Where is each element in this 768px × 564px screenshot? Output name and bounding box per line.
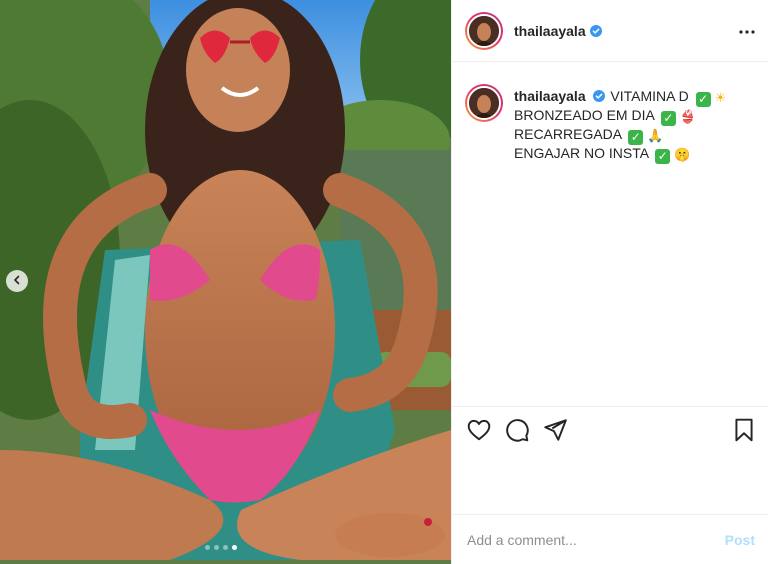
pray-icon: 🙏 (647, 128, 664, 143)
avatar[interactable] (465, 11, 503, 50)
caption-line-1: VITAMINA D (610, 88, 689, 104)
post-comment-button[interactable]: Post (725, 532, 755, 548)
username-link[interactable]: thailaayala (514, 23, 602, 39)
bikini-icon: 👙 (679, 109, 696, 124)
verified-badge-icon (592, 90, 605, 102)
post-side-panel: thailaayala thailaayala VITAMINA D ✓ ☀ B… (451, 0, 768, 564)
username-text: thailaayala (514, 22, 586, 39)
carousel-dot (205, 545, 210, 550)
carousel-indicator (205, 545, 237, 550)
add-comment-bar: Post (452, 514, 768, 564)
caption-line-2: BRONZEADO EM DIA (514, 107, 655, 123)
post-actions (452, 406, 768, 452)
instagram-post: thailaayala thailaayala VITAMINA D ✓ ☀ B… (0, 0, 768, 564)
post-header: thailaayala (452, 0, 768, 62)
post-caption: thailaayala VITAMINA D ✓ ☀ BRONZEADO EM … (465, 84, 754, 164)
comment-button[interactable] (504, 417, 530, 443)
carousel-prev-button[interactable] (6, 270, 28, 292)
carousel-dot (223, 545, 228, 550)
sun-icon: ☀ (714, 90, 727, 105)
post-media[interactable] (0, 0, 451, 564)
caption-text: thailaayala VITAMINA D ✓ ☀ BRONZEADO EM … (514, 88, 754, 164)
shushing-face-icon: 🤫 (674, 147, 691, 162)
more-options-button[interactable] (739, 22, 755, 38)
caption-line-3: RECARREGADA (514, 126, 622, 142)
bookmark-icon (731, 417, 757, 443)
caption-username[interactable]: thailaayala (514, 88, 586, 104)
paper-plane-icon (542, 417, 568, 443)
carousel-dot (232, 545, 237, 550)
save-button[interactable] (731, 417, 757, 443)
check-mark-icon: ✓ (660, 111, 676, 126)
check-mark-icon: ✓ (655, 149, 671, 164)
carousel-dot (214, 545, 219, 550)
check-mark-icon: ✓ (695, 92, 711, 107)
chevron-left-icon (12, 272, 22, 290)
post-photo (0, 0, 451, 564)
more-options-icon (739, 21, 755, 39)
heart-icon (466, 417, 492, 443)
verified-badge-icon (589, 24, 602, 37)
caption-avatar[interactable] (465, 84, 503, 122)
check-mark-icon: ✓ (628, 130, 644, 145)
comment-input[interactable] (467, 531, 707, 548)
like-button[interactable] (466, 417, 492, 443)
caption-line-4: ENGAJAR NO INSTA (514, 145, 649, 161)
comment-icon (504, 417, 530, 443)
share-button[interactable] (542, 417, 568, 443)
